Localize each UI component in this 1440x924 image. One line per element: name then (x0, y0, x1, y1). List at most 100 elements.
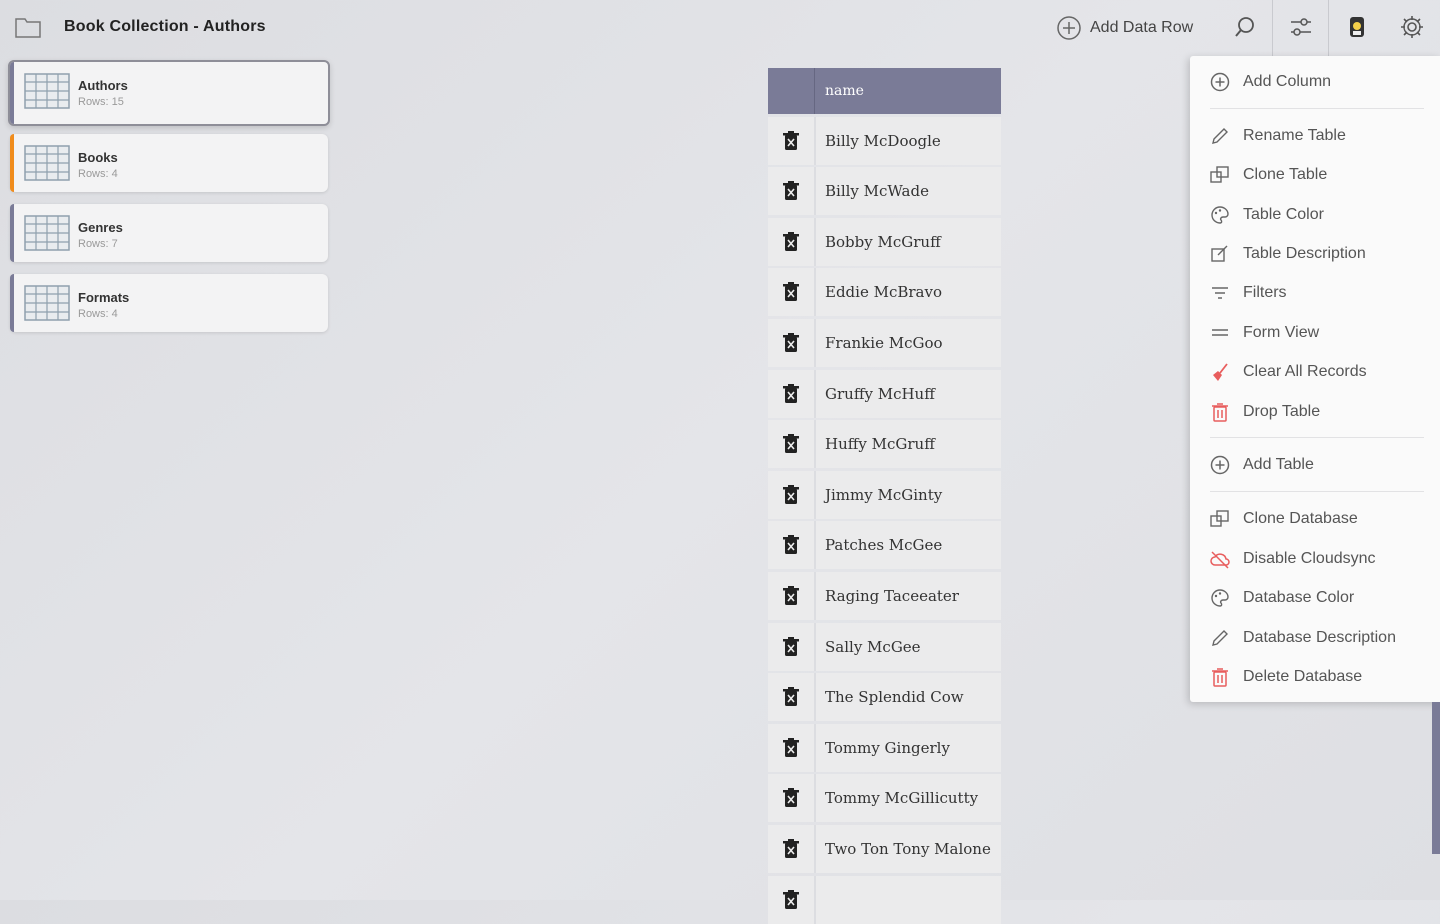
table-options-menu: Add Column Rename Table Clone Table Table C… (1190, 56, 1440, 702)
name-cell[interactable]: Gruffy McHuff (816, 370, 1001, 418)
name-cell[interactable]: Huffy McGruff (816, 420, 1001, 468)
delete-row-button[interactable] (768, 521, 816, 570)
sort-button[interactable] (1286, 12, 1316, 42)
add-data-row-label: Add Data Row (1090, 19, 1194, 36)
menu-item-clone-database[interactable]: Clone Database (1190, 501, 1440, 537)
menu-item-database-description[interactable]: Database Description (1190, 620, 1440, 656)
delete-row-button[interactable] (768, 268, 816, 317)
scrollbar[interactable] (1432, 702, 1440, 854)
trash-icon (783, 535, 799, 555)
menu-item-clear-all-records[interactable]: Clear All Records (1190, 354, 1440, 390)
name-cell[interactable]: Two Ton Tony Malone (816, 825, 1001, 873)
table-card-formats[interactable]: Formats Rows: 4 (10, 274, 328, 332)
delete-row-button[interactable] (768, 217, 816, 266)
table-row[interactable]: Raging Taceeater (768, 571, 1001, 620)
menu-item-form-view[interactable]: Form View (1190, 315, 1440, 351)
delete-row-button[interactable] (768, 420, 816, 469)
column-header-name[interactable]: name (815, 68, 1001, 114)
name-cell[interactable]: The Splendid Cow (816, 673, 1001, 721)
table-grid-icon (24, 145, 70, 181)
trash-icon (783, 838, 799, 858)
name-cell[interactable]: Frankie McGoo (816, 319, 1001, 367)
table-row[interactable]: Patches McGee (768, 521, 1001, 570)
name-cell[interactable]: Tommy Gingerly (816, 724, 1001, 772)
delete-row-button[interactable] (768, 369, 816, 418)
name-cell[interactable]: Tommy McGillicutty (816, 774, 1001, 822)
menu-item-table-color[interactable]: Table Color (1190, 197, 1440, 233)
table-row[interactable]: Gruffy McHuff (768, 369, 1001, 418)
menu-item-database-color[interactable]: Database Color (1190, 580, 1440, 616)
menu-item-add-column[interactable]: Add Column (1190, 64, 1440, 100)
name-cell[interactable]: Bobby McGruff (816, 218, 1001, 266)
table-row[interactable]: The Splendid Cow (768, 673, 1001, 722)
name-cell[interactable]: Patches McGee (816, 521, 1001, 569)
table-row[interactable]: Sally McGee (768, 622, 1001, 671)
menu-item-filters[interactable]: Filters (1190, 275, 1440, 311)
table-row[interactable]: Tommy Gingerly (768, 723, 1001, 772)
delete-row-button[interactable] (768, 318, 816, 367)
table-grid-icon (24, 215, 70, 251)
table-row[interactable]: Huffy McGruff (768, 420, 1001, 469)
trash-icon (783, 130, 799, 150)
delete-row-button[interactable] (768, 824, 816, 873)
form-icon (1209, 322, 1231, 344)
cloud-off-icon (1209, 548, 1231, 570)
edit-note-icon (1209, 243, 1231, 265)
trash-icon (783, 332, 799, 352)
delete-row-button[interactable] (768, 571, 816, 620)
table-row[interactable]: Billy McWade (768, 167, 1001, 216)
settings-button[interactable] (1397, 12, 1427, 42)
menu-item-disable-cloudsync[interactable]: Disable Cloudsync (1190, 541, 1440, 577)
name-cell[interactable]: Eddie McBravo (816, 268, 1001, 316)
table-name: Authors (78, 78, 128, 93)
table-row-count: Rows: 4 (78, 308, 118, 320)
card-accent (10, 134, 14, 192)
menu-item-drop-table[interactable]: Drop Table (1190, 394, 1440, 430)
name-cell[interactable]: Billy McWade (816, 167, 1001, 215)
table-card-genres[interactable]: Genres Rows: 7 (10, 204, 328, 262)
name-cell[interactable]: Billy McDoogle (816, 117, 1001, 165)
table-row[interactable]: Jimmy McGinty (768, 470, 1001, 519)
table-name: Formats (78, 290, 130, 305)
menu-item-label: Table Description (1243, 245, 1366, 262)
delete-row-button[interactable] (768, 723, 816, 772)
table-card-books[interactable]: Books Rows: 4 (10, 134, 328, 192)
menu-item-clone-table[interactable]: Clone Table (1190, 157, 1440, 193)
name-cell[interactable]: Jimmy McGinty (816, 471, 1001, 519)
table-row[interactable]: Tommy McGillicutty (768, 774, 1001, 823)
add-data-row-button[interactable]: Add Data Row (1056, 12, 1193, 44)
table-row[interactable]: Billy McDoogle (768, 116, 1001, 165)
menu-item-rename-table[interactable]: Rename Table (1190, 118, 1440, 154)
table-row[interactable]: Two Ton Tony Malone (768, 824, 1001, 873)
delete-row-button[interactable] (768, 774, 816, 823)
menu-item-table-description[interactable]: Table Description (1190, 236, 1440, 272)
name-cell[interactable]: Raging Taceeater (816, 572, 1001, 620)
menu-item-add-table[interactable]: Add Table (1190, 447, 1440, 483)
delete-row-button[interactable] (768, 470, 816, 519)
table-grid-icon (24, 73, 70, 109)
table-row[interactable]: Frankie McGoo (768, 318, 1001, 367)
toolbar-divider (1272, 0, 1273, 56)
clone-icon (1209, 508, 1231, 530)
delete-row-button[interactable] (768, 622, 816, 671)
trash-icon (783, 434, 799, 454)
table-row[interactable]: Bobby McGruff (768, 217, 1001, 266)
table-name: Books (78, 150, 118, 165)
top-bar: Book Collection - Authors Add Data Row (0, 0, 1440, 56)
user-button[interactable] (1342, 12, 1372, 42)
page-title: Book Collection - Authors (64, 18, 266, 35)
menu-item-delete-database[interactable]: Delete Database (1190, 659, 1440, 695)
menu-item-label: Disable Cloudsync (1243, 550, 1376, 567)
table-card-authors[interactable]: Authors Rows: 15 (8, 60, 330, 126)
delete-row-button[interactable] (768, 673, 816, 722)
trash-icon (783, 383, 799, 403)
name-cell[interactable]: Sally McGee (816, 623, 1001, 671)
delete-row-button[interactable] (768, 116, 816, 165)
delete-row-button[interactable] (768, 167, 816, 216)
menu-item-label: Database Color (1243, 589, 1355, 606)
filter-icon (1209, 282, 1231, 304)
folder-icon[interactable] (14, 14, 42, 40)
table-row[interactable]: Eddie McBravo (768, 268, 1001, 317)
menu-item-label: Clone Database (1243, 510, 1358, 527)
search-button[interactable] (1230, 12, 1260, 42)
